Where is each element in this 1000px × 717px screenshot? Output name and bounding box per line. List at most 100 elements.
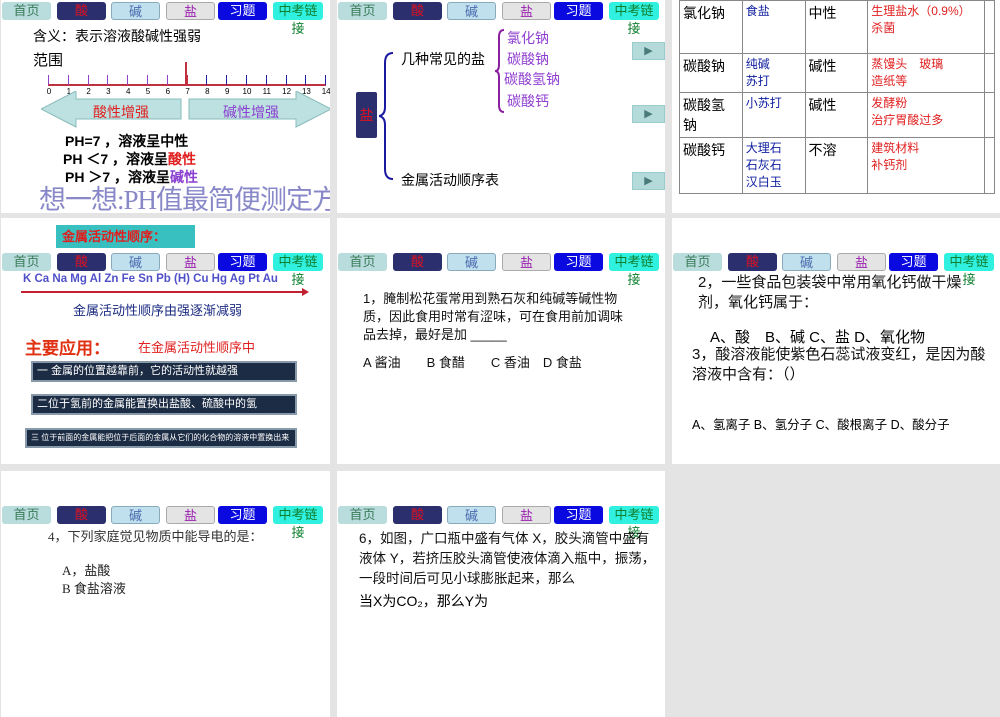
ph-tick [67,75,69,85]
slide-thumbnail-metal-activity[interactable]: 金属活动性顺序： 首页酸碱盐习题 中考链接 K Ca Na Mg Al Zn Fe… [1,218,330,464]
nav-salt-button[interactable]: 盐 [166,2,215,20]
acid-arrow-label: 酸性增强 [93,104,149,120]
nav-home-button[interactable]: 首页 [673,253,722,271]
use-item: 生理盐水（0.9%） [871,4,971,18]
ph-tick [206,75,208,85]
use-cell: 发酵粉 治疗胃酸过多 [867,92,985,138]
nav-acid-button[interactable]: 酸 [57,506,106,524]
nav-acid-button[interactable]: 酸 [393,506,442,524]
nav-exam-link-button[interactable]: 中考链接 [273,253,323,287]
question-4-text: 4，下列家庭觉见物质中能导电的是： [48,529,263,544]
salt-item: 氯化钠 [507,30,549,46]
meaning-text: 含义：表示溶液酸碱性强弱 [33,28,201,44]
ph-tick [285,75,287,85]
slide-thumbnail-question-4[interactable]: 首页酸碱盐习题 中考链接 4，下列家庭觉见物质中能导电的是： A，盐酸 B 食盐溶… [1,471,330,717]
nav-exercises-button[interactable]: 习题 [554,253,603,271]
ph-tick [107,75,109,85]
nav-base-button[interactable]: 碱 [447,253,496,271]
nav-base-button[interactable]: 碱 [782,253,831,271]
ph-line-acid-prefix: PH ＜7 ，溶液呈 [63,151,169,167]
nav-bar: 首页酸碱盐习题 中考链接 [672,253,1000,287]
nav-base-button[interactable]: 碱 [447,2,496,20]
play-button[interactable]: ▶ [632,105,665,123]
nav-acid-button[interactable]: 酸 [57,2,106,20]
ph-tick [325,75,327,85]
nav-base-button[interactable]: 碱 [111,2,160,20]
branch-metal-activity: 金属活动顺序表 [401,172,499,188]
salt-item: 碳酸钙 [507,93,549,109]
nav-exercises-button[interactable]: 习题 [218,506,267,524]
ph-tick [265,75,267,85]
property-cell: 不溶 [804,137,869,194]
nav-home-button[interactable]: 首页 [2,506,51,524]
nav-salt-button[interactable]: 盐 [502,506,551,524]
table-row: 碳酸钠 纯碱 苏打 碱性 蒸馒头 玻璃 造纸等 [679,53,996,93]
common-name-cell: 大理石 石灰石 汉白玉 [741,137,806,194]
range-label: 范围 [33,52,64,69]
nav-bar: 首页酸碱盐习题 中考链接 [337,2,665,36]
common-name: 大理石 [745,141,782,155]
nav-acid-button[interactable]: 酸 [393,253,442,271]
nav-exam-link-button[interactable]: 中考链接 [609,506,659,540]
application-context: 在金属活动性顺序中 [138,340,256,355]
nav-home-button[interactable]: 首页 [2,2,51,20]
nav-base-button[interactable]: 碱 [111,253,160,271]
common-name: 小苏打 [745,96,782,110]
slide-thumbnail-question-1[interactable]: 首页酸碱盐习题 中考链接 1，腌制松花蛋常用到熟石灰和纯碱等碱性物质，因此食用时常… [337,218,665,464]
nav-bar: 首页酸碱盐习题 中考链接 [1,253,330,287]
property-cell: 中性 [804,0,869,54]
main-application-label: 主要应用： [25,339,110,358]
ph-tick [127,75,129,85]
salt-name-cell: 碳酸钙 [679,137,743,194]
nav-base-button[interactable]: 碱 [447,506,496,524]
nav-salt-button[interactable]: 盐 [502,253,551,271]
property-cell: 碱性 [804,92,869,138]
nav-home-button[interactable]: 首页 [2,253,51,271]
nav-acid-button[interactable]: 酸 [728,253,777,271]
slide-thumbnail-ph[interactable]: 首页酸碱盐习题 中考链接 含义：表示溶液酸碱性强弱 范围 0 1 2 3 4 5 6 7 8 9 10… [1,0,330,213]
nav-home-button[interactable]: 首页 [338,253,387,271]
question-6-text: 6，如图，广口瓶中盛有气体 X，胶头滴管中盛有液体 Y，若挤压胶头滴管使液体滴入… [359,531,656,586]
nav-bar: 首页酸碱盐习题 中考链接 [337,506,665,540]
play-button[interactable]: ▶ [632,42,665,60]
nav-exercises-button[interactable]: 习题 [218,2,267,20]
question-6-continued: 当X为CO₂，那么Y为 [359,593,489,609]
empty-cell [983,53,996,93]
slide-thumbnail-salt-table[interactable]: 氯化钠 食盐 中性 生理盐水（0.9%） 杀菌 碳酸钠 纯碱 苏打 碱性 蒸馒头 玻璃 造纸等 碳酸氢… [672,0,1000,213]
nav-exam-link-button[interactable]: 中考链接 [273,506,323,540]
nav-salt-button[interactable]: 盐 [166,253,215,271]
nav-acid-button[interactable]: 酸 [57,253,106,271]
slide-thumbnail-question-6[interactable]: 首页酸碱盐习题 中考链接 6，如图，广口瓶中盛有气体 X，胶头滴管中盛有液体 Y，… [337,471,665,717]
salt-item: 碳酸氢钠 [504,71,560,87]
ph-tick [305,75,307,85]
activity-arrow [21,288,309,296]
nav-salt-button[interactable]: 盐 [837,253,886,271]
use-cell: 蒸馒头 玻璃 造纸等 [867,53,985,93]
play-button[interactable]: ▶ [632,172,665,190]
use-item: 治疗胃酸过多 [871,113,944,127]
nav-exercises-button[interactable]: 习题 [554,506,603,524]
ph-tick [226,75,228,85]
nav-base-button[interactable]: 碱 [111,506,160,524]
nav-home-button[interactable]: 首页 [338,2,387,20]
nav-exercises-button[interactable]: 习题 [218,253,267,271]
slide-thumbnail-salt-overview[interactable]: 首页酸碱盐习题 中考链接 盐 几种常见的盐 氯化钠 碳酸钠 碳酸氢钠 碳酸钙 金属活动顺… [337,0,665,213]
nav-exam-link-button[interactable]: 中考链接 [273,2,323,36]
nav-exam-link-button[interactable]: 中考链接 [609,2,659,36]
nav-salt-button[interactable]: 盐 [502,2,551,20]
ph-line-acid: PH ＜7 ，溶液呈酸性 [63,149,196,169]
nav-exercises-button[interactable]: 习题 [554,2,603,20]
nav-salt-button[interactable]: 盐 [166,506,215,524]
nav-acid-button[interactable]: 酸 [393,2,442,20]
slide-thumbnail-questions-2-3[interactable]: 首页酸碱盐习题 中考链接 2，一些食品包装袋中常用氧化钙做干燥剂，氧化钙属于： A… [672,218,1000,464]
use-item: 发酵粉 [871,96,908,110]
nav-exam-link-button[interactable]: 中考链接 [609,253,659,287]
nav-home-button[interactable]: 首页 [338,506,387,524]
common-name-cell: 食盐 [741,0,806,54]
ph-tick [87,75,89,85]
nav-exercises-button[interactable]: 习题 [889,253,938,271]
salt-table: 氯化钠 食盐 中性 生理盐水（0.9%） 杀菌 碳酸钠 纯碱 苏打 碱性 蒸馒头 玻璃 造纸等 碳酸氢… [679,0,996,194]
nav-exam-link-button[interactable]: 中考链接 [944,253,994,287]
question-2-options: A、酸 B、碱 C、盐 D、氧化物 [710,329,926,346]
activity-order-text: 金属活动性顺序由强逐渐减弱 [73,303,243,318]
